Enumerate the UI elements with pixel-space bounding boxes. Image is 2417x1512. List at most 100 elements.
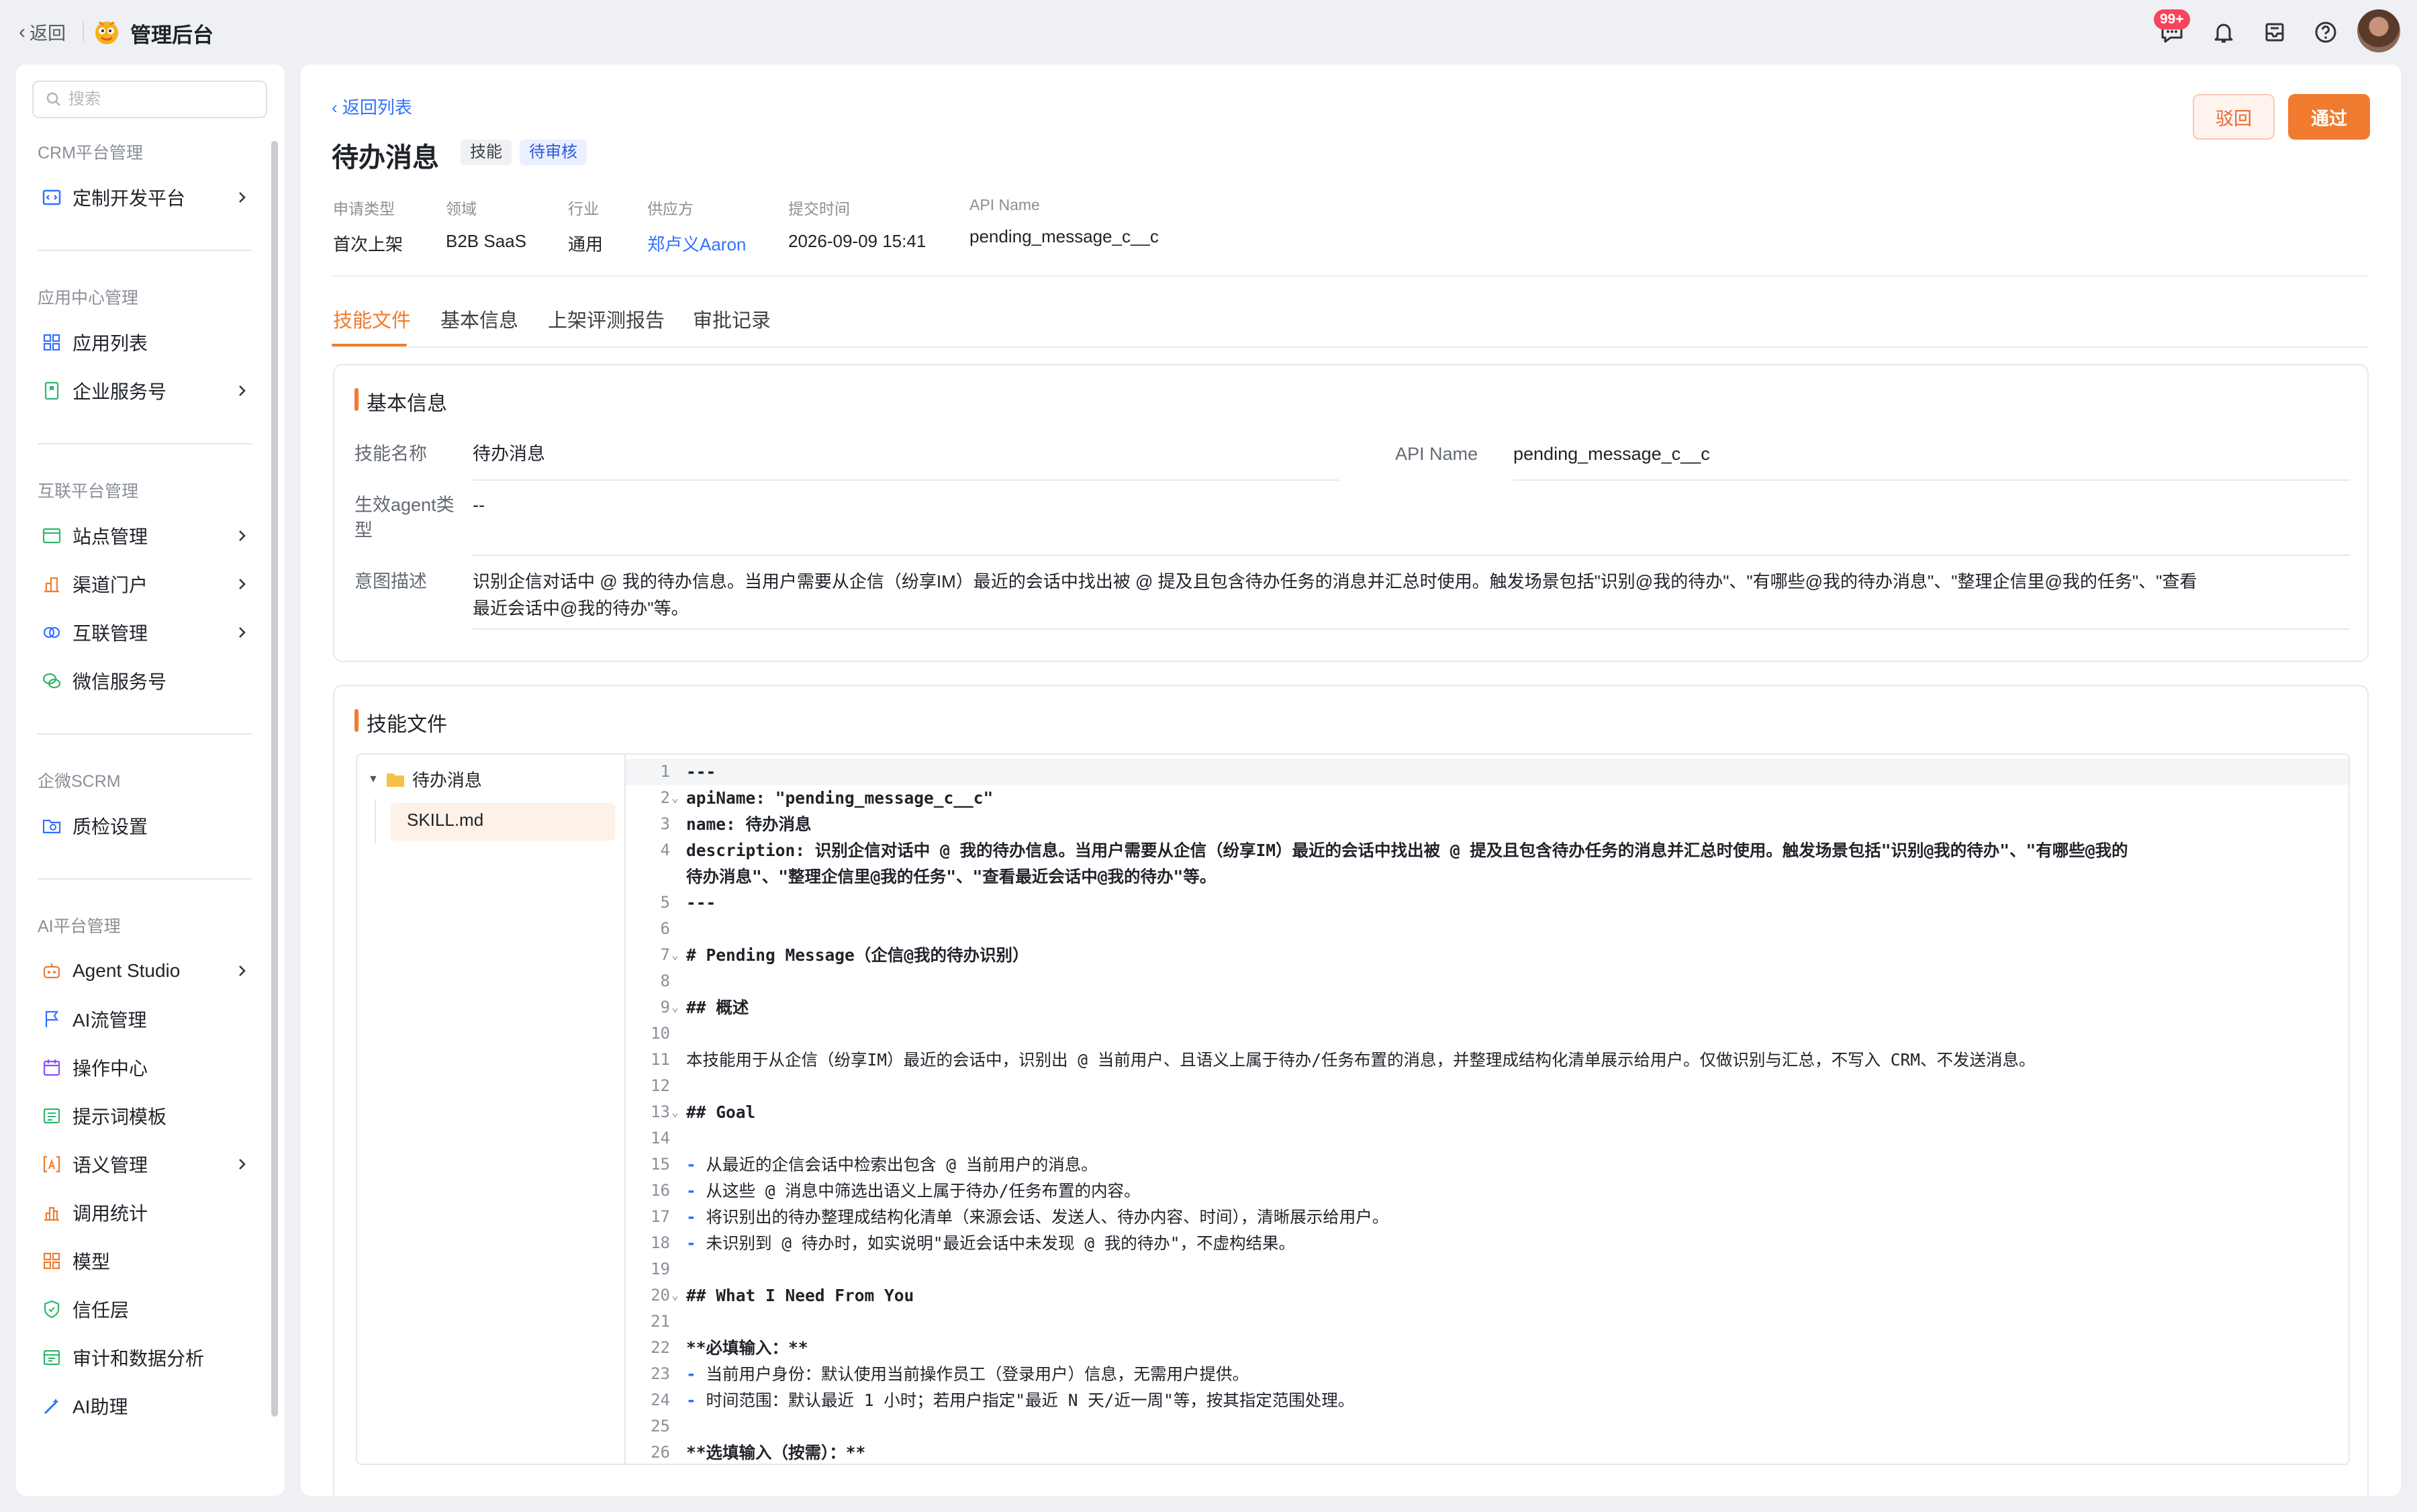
line-number: 3 xyxy=(660,814,670,833)
nav-item-label: 质检设置 xyxy=(73,816,148,837)
help-button[interactable] xyxy=(2311,17,2340,47)
divider xyxy=(332,346,2369,348)
nav-item-model[interactable]: 模型 xyxy=(40,1241,262,1281)
intent-description-line: 最近会话中@我的待办"等。 xyxy=(473,598,689,618)
logo-icon xyxy=(95,21,118,44)
code-text: - 未识别到 @ 待办时，如实说明"最近会话中未发现 @ 我的待办"，不虚构结果… xyxy=(686,1230,1295,1256)
line-number: 6 xyxy=(660,919,670,938)
folder-icon xyxy=(386,773,404,787)
nav-item-ai-assistant[interactable]: AI助理 xyxy=(40,1386,262,1426)
meta-supplier: 供应方郑卢义Aaron xyxy=(647,196,746,256)
inbox-icon xyxy=(2265,23,2284,42)
nav-item-ai-flow[interactable]: AI流管理 xyxy=(40,999,262,1039)
nav-item-label: 渠道门户 xyxy=(73,575,148,596)
line-number: 9 xyxy=(660,998,670,1017)
line-number: 24 xyxy=(651,1390,670,1409)
code-text-content: 将识别出的待办整理成结构化清单（来源会话、发送人、待办内容、时间），清晰展示给用… xyxy=(706,1207,1389,1227)
sidebar-scrollbar[interactable] xyxy=(271,141,278,1417)
fold-chevron-icon[interactable]: ⌄ xyxy=(671,1282,679,1309)
line-number: 18 xyxy=(651,1233,670,1252)
nav-item-quality-check[interactable]: 质检设置 xyxy=(40,806,262,846)
file-node[interactable]: SKILL.md xyxy=(407,810,483,831)
nav-item-wechat-service[interactable]: 微信服务号 xyxy=(40,661,262,701)
nav-item-semantic[interactable]: 语义管理 xyxy=(40,1144,262,1184)
inbox-button[interactable] xyxy=(2260,17,2289,47)
meta-key: 供应方 xyxy=(647,200,694,218)
divider xyxy=(83,21,84,42)
line-number: 8 xyxy=(660,972,670,990)
shield-icon xyxy=(44,1300,60,1319)
bar-stat-icon xyxy=(44,1207,59,1221)
folder-node[interactable]: ▼ 待办消息 xyxy=(368,767,482,792)
code-text-content: 当前用户身份：默认使用当前操作员工（登录用户）信息，无需用户提供。 xyxy=(706,1364,1249,1384)
notification-button[interactable] xyxy=(2209,17,2238,47)
app-title: 管理后台 xyxy=(130,23,214,47)
api-name-value: pending_message_c__c xyxy=(1513,444,1710,464)
supplier-link[interactable]: 郑卢义Aaron xyxy=(647,231,746,256)
search-box[interactable] xyxy=(32,81,267,118)
type-tag: 技能 xyxy=(461,140,512,165)
code-line: 16- 从这些 @ 消息中筛选出语义上属于待办/任务布置的内容。 xyxy=(626,1178,2349,1204)
code-line: 14 xyxy=(626,1125,2349,1151)
caret-down-icon: ▼ xyxy=(368,773,379,785)
nav-item-app-list[interactable]: 应用列表 xyxy=(40,322,262,363)
approve-button[interactable]: 通过 xyxy=(2288,94,2370,140)
fold-chevron-icon[interactable]: ⌄ xyxy=(671,785,679,811)
field-label: 型 xyxy=(354,520,373,540)
nav-item-label: 微信服务号 xyxy=(73,671,167,692)
field-underline xyxy=(473,555,2350,556)
nav-item-call-stats[interactable]: 调用统计 xyxy=(40,1192,262,1233)
meta-api-name: API Name pending_message_c__c xyxy=(969,196,1159,247)
fold-chevron-icon[interactable]: ⌄ xyxy=(671,994,679,1021)
nav-item-label: 互联管理 xyxy=(73,623,148,644)
line-number: 25 xyxy=(651,1417,670,1435)
nav-item-prompt-template[interactable]: 提示词模板 xyxy=(40,1096,262,1136)
nav-item-audit-analysis[interactable]: 审计和数据分析 xyxy=(40,1337,262,1378)
nav-item-label: 审计和数据分析 xyxy=(73,1348,205,1369)
fold-chevron-icon[interactable]: ⌄ xyxy=(671,1099,679,1125)
list-dash: - xyxy=(686,1364,706,1384)
code-line: 22 **必填输入：** xyxy=(626,1335,2349,1361)
meta-value: 2026-09-09 15:41 xyxy=(788,231,927,251)
code-text: name: 待办消息 xyxy=(686,814,812,834)
nav-item-channel-portal[interactable]: 渠道门户 xyxy=(40,564,262,604)
fold-chevron-icon[interactable]: ⌄ xyxy=(671,942,679,968)
building-icon xyxy=(44,577,59,593)
nav-item-operation-center[interactable]: 操作中心 xyxy=(40,1047,262,1088)
code-lines: 1 --- 2 ⌄ apiName: "pending_message_c__c" 3 na… xyxy=(626,759,2349,1464)
tree-guide-line xyxy=(375,799,376,843)
search-icon xyxy=(46,92,60,106)
tab-evaluation-report[interactable]: 上架评测报告 xyxy=(548,305,665,333)
folder-search-icon xyxy=(42,819,61,834)
user-avatar[interactable] xyxy=(2357,9,2400,52)
back-button[interactable]: ‹ 返回 xyxy=(19,19,66,45)
code-line: 21 xyxy=(626,1309,2349,1335)
line-number: 20 xyxy=(651,1286,670,1305)
template-icon xyxy=(43,1108,60,1124)
code-line: 25 xyxy=(626,1413,2349,1439)
help-icon xyxy=(2315,21,2336,43)
tab-skill-files[interactable]: 技能文件 xyxy=(333,305,411,333)
nav-item-enterprise-service[interactable]: 企业服务号 xyxy=(40,371,262,411)
file-label: SKILL.md xyxy=(407,810,484,830)
code-text: 待办消息"、"整理企信里@我的任务"、"查看最近会话中@我的待办"等。 xyxy=(686,867,1217,886)
line-number: 13 xyxy=(651,1102,670,1121)
nav-item-label: 语义管理 xyxy=(73,1155,148,1176)
line-number: 15 xyxy=(651,1155,670,1174)
nav-item-site-management[interactable]: 站点管理 xyxy=(40,516,262,556)
code-editor[interactable]: 1 --- 2 ⌄ apiName: "pending_message_c__c" 3 na… xyxy=(624,753,2350,1465)
nav-item-trust-layer[interactable]: 信任层 xyxy=(40,1289,262,1329)
back-to-list-link[interactable]: ‹ 返回列表 xyxy=(332,94,412,119)
nav-item-agent-studio[interactable]: Agent Studio xyxy=(40,951,262,991)
code-text: ## What I Need From You xyxy=(686,1286,914,1305)
group-title: CRM平台管理 xyxy=(38,144,143,162)
tab-approval-records[interactable]: 审批记录 xyxy=(693,305,771,333)
nav-item-interconnect[interactable]: 互联管理 xyxy=(40,612,262,653)
code-text: description: 识别企信对话中 @ 我的待办信息。当用户需要从企信（纷… xyxy=(686,841,2128,860)
search-input[interactable] xyxy=(68,90,256,109)
reject-button[interactable]: 驳回 xyxy=(2193,94,2275,140)
nav-item-custom-dev-platform[interactable]: 定制开发平台 xyxy=(40,177,262,218)
ai-wand-icon xyxy=(44,1399,59,1415)
tab-basic-info[interactable]: 基本信息 xyxy=(440,305,518,333)
code-text: - 时间范围：默认最近 1 小时；若用户指定"最近 N 天/近一周"等，按其指定… xyxy=(686,1387,1354,1413)
